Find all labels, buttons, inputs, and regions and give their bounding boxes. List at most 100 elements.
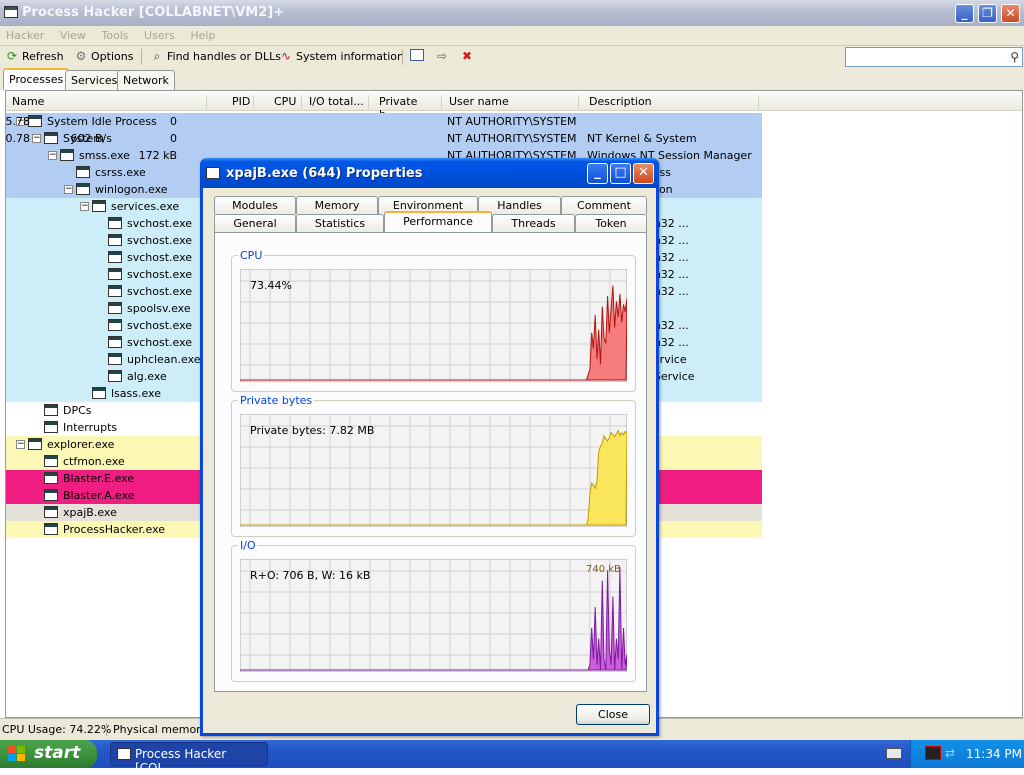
column-cpu[interactable]: CPU xyxy=(274,95,302,109)
cpu-group: CPU 73.44% xyxy=(231,249,636,392)
options-button[interactable]: ⚙ Options xyxy=(74,49,134,63)
tab-performance[interactable]: Performance xyxy=(384,211,492,233)
properties-dialog: xpajB.exe (644) Properties _ □ ✕ Modules… xyxy=(200,158,659,736)
menu-view[interactable]: View xyxy=(54,26,92,42)
process-name: System Idle Process xyxy=(47,115,157,128)
column-private-bytes[interactable]: Private b... xyxy=(379,95,442,121)
main-tabs: Processes Services Network xyxy=(0,68,1024,90)
cpu-graph xyxy=(240,269,627,382)
menu-users[interactable]: Users xyxy=(138,26,181,42)
windows-logo-icon xyxy=(8,746,25,761)
process-name: svchost.exe xyxy=(127,319,193,332)
taskbar-item-process-hacker[interactable]: Process Hacker [COL... xyxy=(110,742,268,775)
system-information-button[interactable]: ∿ System information xyxy=(279,49,404,63)
find-handles-button[interactable]: ⌕ Find handles or DLLs xyxy=(150,49,281,63)
process-name: alg.exe xyxy=(127,370,167,383)
process-name: ctfmon.exe xyxy=(63,455,125,468)
io-group: I/O R+O: 706 B, W: 16 kB 740 kB xyxy=(231,539,636,682)
clock: 11:34 PM xyxy=(966,747,1022,761)
process-icon xyxy=(108,302,122,314)
menu-bar: Hacker View Tools Users Help xyxy=(0,26,1024,46)
tab-statistics[interactable]: Statistics xyxy=(296,214,384,232)
tree-expander[interactable]: − xyxy=(80,202,89,211)
process-icon xyxy=(44,489,58,501)
dialog-titlebar: xpajB.exe (644) Properties _ □ ✕ xyxy=(200,158,659,188)
tree-expander[interactable]: − xyxy=(48,151,57,160)
process-icon xyxy=(108,234,122,246)
process-name: svchost.exe xyxy=(127,285,193,298)
menu-hacker[interactable]: Hacker xyxy=(0,26,50,42)
table-row[interactable]: −System40.78602 B/s0NT AUTHORITY\SYSTEMN… xyxy=(6,130,762,147)
process-name: Interrupts xyxy=(63,421,118,434)
cpu-usage-status: CPU Usage: 74.22% xyxy=(2,723,112,736)
process-icon xyxy=(108,285,122,297)
restore-button[interactable]: ❐ xyxy=(978,4,997,23)
menu-tools[interactable]: Tools xyxy=(95,26,134,42)
tab-memory[interactable]: Memory xyxy=(296,196,378,214)
chart-icon: ∿ xyxy=(280,49,292,63)
search-input[interactable]: ⚲ xyxy=(845,47,1023,67)
column-io-total[interactable]: I/O total... xyxy=(309,95,369,109)
tree-expander[interactable]: − xyxy=(32,134,41,143)
process-private-bytes: 0 xyxy=(170,132,177,145)
start-button[interactable]: start xyxy=(0,740,97,768)
tab-general[interactable]: General xyxy=(214,214,296,232)
process-icon xyxy=(206,167,220,179)
io-group-title: I/O xyxy=(238,539,258,552)
menu-help[interactable]: Help xyxy=(184,26,221,42)
tab-processes[interactable]: Processes xyxy=(3,68,70,90)
table-row[interactable]: −System Idle Process025.780NT AUTHORITY\… xyxy=(6,113,762,130)
private-bytes-group: Private bytes Private bytes: 7.82 MB xyxy=(231,394,636,537)
process-icon xyxy=(108,319,122,331)
system-tray: ⇄ 11:34 PM xyxy=(910,740,1024,768)
tab-modules[interactable]: Modules xyxy=(214,196,296,214)
app-icon xyxy=(117,748,131,760)
process-icon xyxy=(76,166,90,178)
window-button[interactable] xyxy=(410,49,424,61)
go-to-window-button[interactable]: ⇨ xyxy=(435,49,449,63)
tab-token[interactable]: Token xyxy=(575,214,647,232)
network-tray-icon[interactable]: ⇄ xyxy=(945,746,959,760)
taskbar: start Process Hacker [COL... ⇄ 11:34 PM xyxy=(0,740,1024,775)
tab-services[interactable]: Services xyxy=(65,70,124,90)
dialog-maximize-button[interactable]: □ xyxy=(610,163,631,184)
process-name: Blaster.E.exe xyxy=(63,472,135,485)
gear-icon: ⚙ xyxy=(75,49,87,63)
terminate-button[interactable]: ✖ xyxy=(460,49,474,63)
column-description[interactable]: Description xyxy=(589,95,759,109)
search-icon: ⚲ xyxy=(1010,50,1019,64)
process-description: NT Kernel & System xyxy=(587,132,697,145)
process-icon xyxy=(44,455,58,467)
process-icon xyxy=(44,472,58,484)
dialog-close-button-bottom[interactable]: Close xyxy=(576,704,650,725)
close-button[interactable]: ✕ xyxy=(1001,4,1020,23)
dialog-minimize-button[interactable]: _ xyxy=(587,163,608,184)
tab-network[interactable]: Network xyxy=(117,70,175,90)
tree-expander[interactable]: − xyxy=(64,185,73,194)
dialog-close-button[interactable]: ✕ xyxy=(633,163,654,184)
column-pid[interactable]: PID xyxy=(232,95,254,109)
window-arrow-icon: ⇨ xyxy=(436,49,448,63)
process-name: smss.exe xyxy=(79,149,130,162)
tab-threads[interactable]: Threads xyxy=(492,214,575,232)
process-icon xyxy=(44,132,58,144)
tree-expander[interactable]: − xyxy=(16,440,25,449)
minimize-button[interactable]: _ xyxy=(955,4,974,23)
terminate-icon: ✖ xyxy=(461,49,473,63)
cpu-graph-tray-icon[interactable] xyxy=(925,746,941,760)
tab-comment[interactable]: Comment xyxy=(561,196,647,214)
process-cpu: 0.78 xyxy=(5,132,30,145)
process-cpu: 25.78 xyxy=(5,115,30,128)
io-graph-label: R+O: 706 B, W: 16 kB xyxy=(250,569,371,582)
binoculars-icon: ⌕ xyxy=(153,49,161,63)
private-bytes-group-title: Private bytes xyxy=(238,394,315,407)
keyboard-icon[interactable] xyxy=(886,748,902,759)
process-name: services.exe xyxy=(111,200,180,213)
process-name: uphclean.exe xyxy=(127,353,201,366)
process-user: NT AUTHORITY\SYSTEM xyxy=(447,115,577,128)
process-name: ProcessHacker.exe xyxy=(63,523,166,536)
process-name: spoolsv.exe xyxy=(127,302,191,315)
column-user-name[interactable]: User name xyxy=(449,95,579,109)
column-name[interactable]: Name xyxy=(12,95,207,109)
refresh-button[interactable]: ⟳ Refresh xyxy=(5,49,64,63)
